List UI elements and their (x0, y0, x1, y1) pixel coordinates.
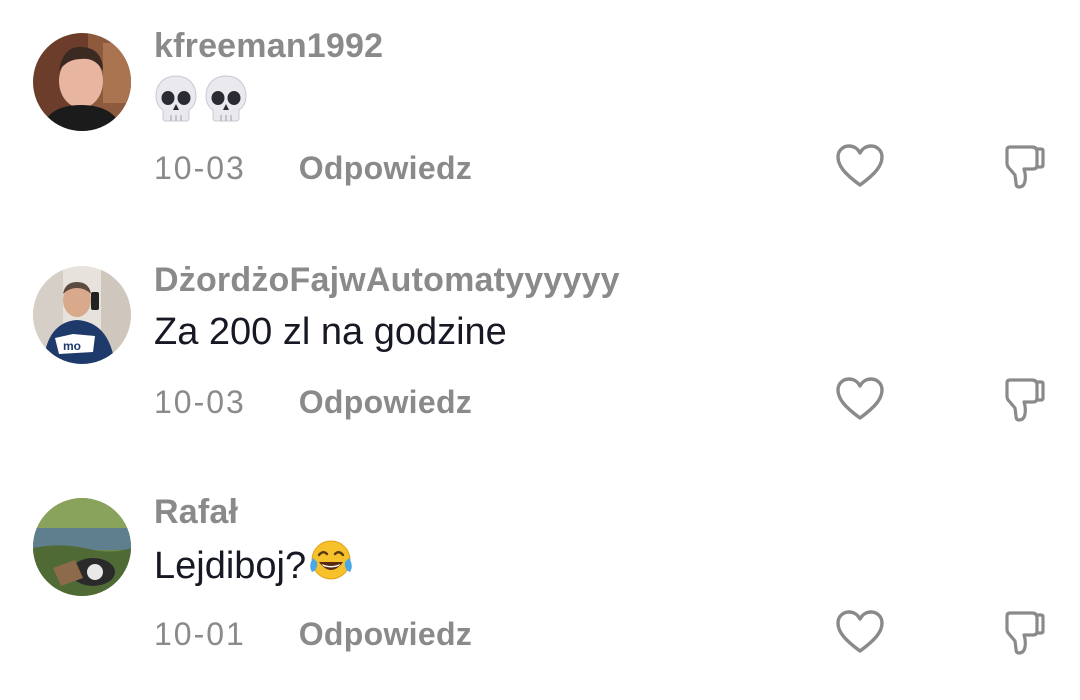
comment-date: 10-03 (154, 150, 246, 186)
comment-username[interactable]: Rafał (154, 493, 238, 532)
reply-button[interactable]: Odpowiedz (299, 384, 472, 421)
thumbs-down-icon (996, 374, 1046, 429)
comment-username[interactable]: kfreeman1992 (154, 27, 383, 66)
skull-emoji (204, 74, 248, 132)
comment-item: Rafał Lejdiboj? 10-01 Odpowiedz (0, 466, 1080, 700)
thumbs-down-icon (996, 607, 1046, 662)
avatar[interactable]: mo (33, 266, 131, 364)
comment-username[interactable]: DżordżoFajwAutomatyyyyyy (154, 261, 620, 300)
heart-icon (835, 376, 885, 427)
dislike-button[interactable] (993, 373, 1049, 429)
heart-icon (835, 143, 885, 194)
comment-text: Lejdiboj? (154, 540, 354, 592)
avatar[interactable] (33, 33, 131, 131)
skull-emoji (154, 74, 198, 132)
thumbs-down-icon (996, 141, 1046, 196)
reply-button[interactable]: Odpowiedz (299, 616, 472, 653)
face-with-tears-of-joy-emoji (308, 538, 354, 592)
like-button[interactable] (832, 606, 888, 662)
avatar[interactable] (33, 498, 131, 596)
comment-date: 10-01 (154, 616, 246, 652)
comment-text: Za 200 zl na godzine (154, 311, 507, 353)
comment-date: 10-03 (154, 384, 246, 420)
comment-text-body: Lejdiboj? (154, 545, 307, 588)
comment-meta: 10-03 Odpowiedz (154, 150, 472, 187)
heart-icon (835, 609, 885, 660)
dislike-button[interactable] (993, 606, 1049, 662)
like-button[interactable] (832, 140, 888, 196)
like-button[interactable] (832, 373, 888, 429)
reply-button[interactable]: Odpowiedz (299, 150, 472, 187)
comment-meta: 10-01 Odpowiedz (154, 616, 472, 653)
dislike-button[interactable] (993, 140, 1049, 196)
comment-text (154, 74, 248, 132)
comment-item: mo DżordżoFajwAutomatyyyyyy Za 200 zl na… (0, 234, 1080, 468)
comment-meta: 10-03 Odpowiedz (154, 384, 472, 421)
svg-text:mo: mo (63, 339, 81, 353)
comment-item: kfreeman1992 10-03 Odpowiedz (0, 0, 1080, 234)
